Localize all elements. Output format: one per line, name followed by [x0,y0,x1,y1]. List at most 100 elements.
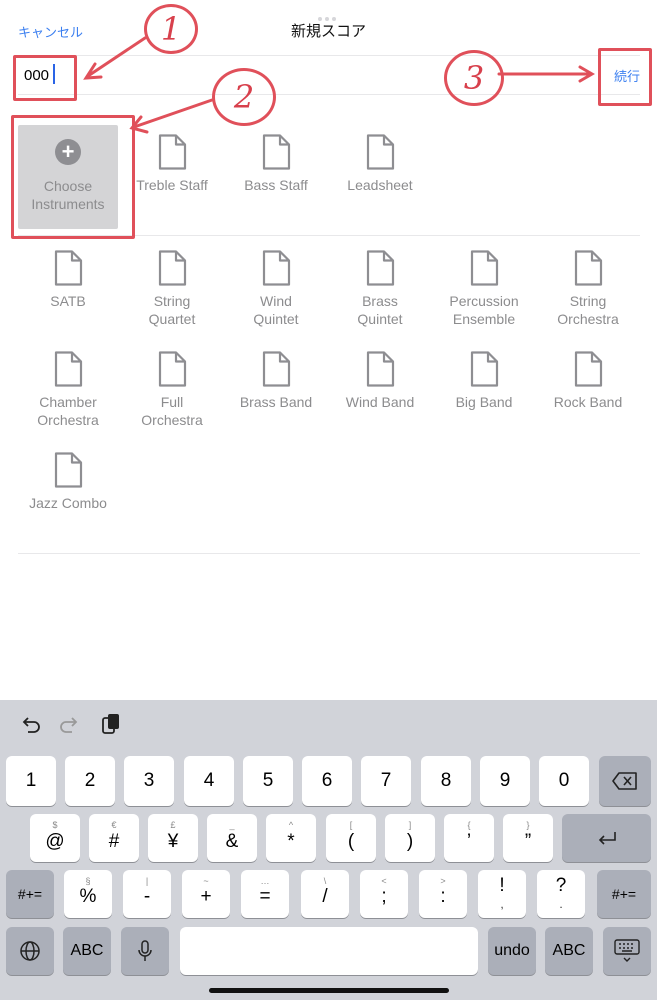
keyboard: 1 2 3 4 5 6 7 8 9 0 $ @ € # £ ¥ _ & ^ *[(]){’}” #+= §% | - ~ +… = \… [0,700,657,1000]
key-label: 5 [262,770,274,791]
template-tile[interactable]: String Quartet [120,250,224,346]
template-tile[interactable]: Rock Band [536,351,640,447]
dismiss-keyboard-key[interactable] [603,927,651,975]
template-tile[interactable]: Brass Band [224,351,328,447]
key-alt: … [260,876,270,886]
key-label: ABC [552,942,586,959]
key-5[interactable]: 6 [302,756,352,806]
key-3[interactable]: 4 [184,756,234,806]
key-label: # [108,831,120,852]
key-label: 6 [321,770,333,791]
divider [18,553,640,554]
backspace-icon [612,772,637,790]
key-label: #+= [17,886,43,902]
key-label: ” [524,831,532,852]
key-symbol[interactable]: | - [123,870,171,918]
key-symbol[interactable]: € # [89,814,139,862]
key-alt: § [85,876,91,886]
key-alt: € [111,820,117,830]
template-label-line1: Percussion [449,293,519,309]
template-tile[interactable]: Brass Quintet [328,250,432,346]
key-label: #+= [611,886,637,902]
key-alt: { [467,820,471,830]
key-label: & [225,831,239,852]
keyboard-dismiss-icon [614,939,640,962]
key-label: undo [494,942,530,959]
document-icon [470,351,499,387]
return-key[interactable] [562,814,651,862]
template-label-line1: Wind Band [345,394,415,410]
key-label: / [322,886,328,907]
abc-key[interactable]: ABC [545,927,593,975]
key-7[interactable]: 8 [421,756,471,806]
template-tile[interactable]: Wind Quintet [224,250,328,346]
dictation-key[interactable] [121,927,169,975]
key-label: = [259,886,271,907]
key-symbol[interactable]: >: [419,870,467,918]
key-6[interactable]: 7 [361,756,411,806]
paste-icon[interactable] [100,712,122,736]
key-label: ; [381,886,387,907]
key-punct[interactable]: !, [478,870,526,918]
template-tile[interactable]: SATB [16,250,120,346]
key-9[interactable]: 0 [539,756,589,806]
globe-icon [20,941,40,961]
key-symbol[interactable]: <; [360,870,408,918]
key-label: 3 [143,770,155,791]
template-label-line1: Chamber [39,394,97,410]
key-symbol[interactable]: £ ¥ [148,814,198,862]
key-label: ) [406,831,414,852]
space-key[interactable] [180,927,478,975]
key-1[interactable]: 2 [65,756,115,806]
key-symbol[interactable]: }” [503,814,553,862]
template-tile[interactable]: Wind Band [328,351,432,447]
key-alt: | [145,876,149,886]
template-tile[interactable]: Big Band [432,351,536,447]
template-tile[interactable]: Percussion Ensemble [432,250,536,346]
delete-key[interactable] [599,756,651,806]
key-8[interactable]: 9 [480,756,530,806]
undo-key[interactable]: undo [488,927,536,975]
template-label-line1: Brass [362,293,398,309]
microphone-icon [138,940,152,961]
key-symbol[interactable]: ]) [385,814,435,862]
symbols-key[interactable]: #+= [597,870,651,918]
template-tile[interactable]: String Orchestra [536,250,640,346]
key-label: ( [347,831,355,852]
key-punct[interactable]: ?. [537,870,585,918]
key-symbol[interactable]: §% [64,870,112,918]
key-symbol[interactable]: $ @ [30,814,80,862]
globe-key[interactable] [6,927,54,975]
home-indicator[interactable] [209,988,449,993]
abc-key[interactable]: ABC [63,927,111,975]
symbols-key[interactable]: #+= [6,870,54,918]
key-symbol[interactable]: ^ * [266,814,316,862]
key-label: 8 [440,770,452,791]
key-symbol[interactable]: _ & [207,814,257,862]
redo-icon[interactable] [58,714,80,736]
key-2[interactable]: 3 [124,756,174,806]
key-alt: > [440,876,446,886]
template-label-line2: Ensemble [452,311,516,327]
document-icon [366,250,395,286]
key-label: + [200,886,212,907]
key-alt: _ [229,820,235,830]
key-0[interactable]: 1 [6,756,56,806]
key-alt: \ [323,876,327,886]
key-symbol[interactable]: [( [326,814,376,862]
key-4[interactable]: 5 [243,756,293,806]
document-icon [262,351,291,387]
template-tile[interactable]: Full Orchestra [120,351,224,447]
key-symbol[interactable]: {’ [444,814,494,862]
template-tile[interactable]: Jazz Combo [16,452,120,548]
key-label: ’ [466,831,472,852]
key-symbol[interactable]: ~ + [182,870,230,918]
key-symbol[interactable]: … = [241,870,289,918]
undo-icon[interactable] [20,714,42,736]
key-symbol[interactable]: \ / [301,870,349,918]
key-label: 1 [25,770,37,791]
document-icon [262,250,291,286]
key-label: ¥ [167,831,179,852]
template-tile[interactable]: Chamber Orchestra [16,351,120,447]
document-icon [54,452,83,488]
